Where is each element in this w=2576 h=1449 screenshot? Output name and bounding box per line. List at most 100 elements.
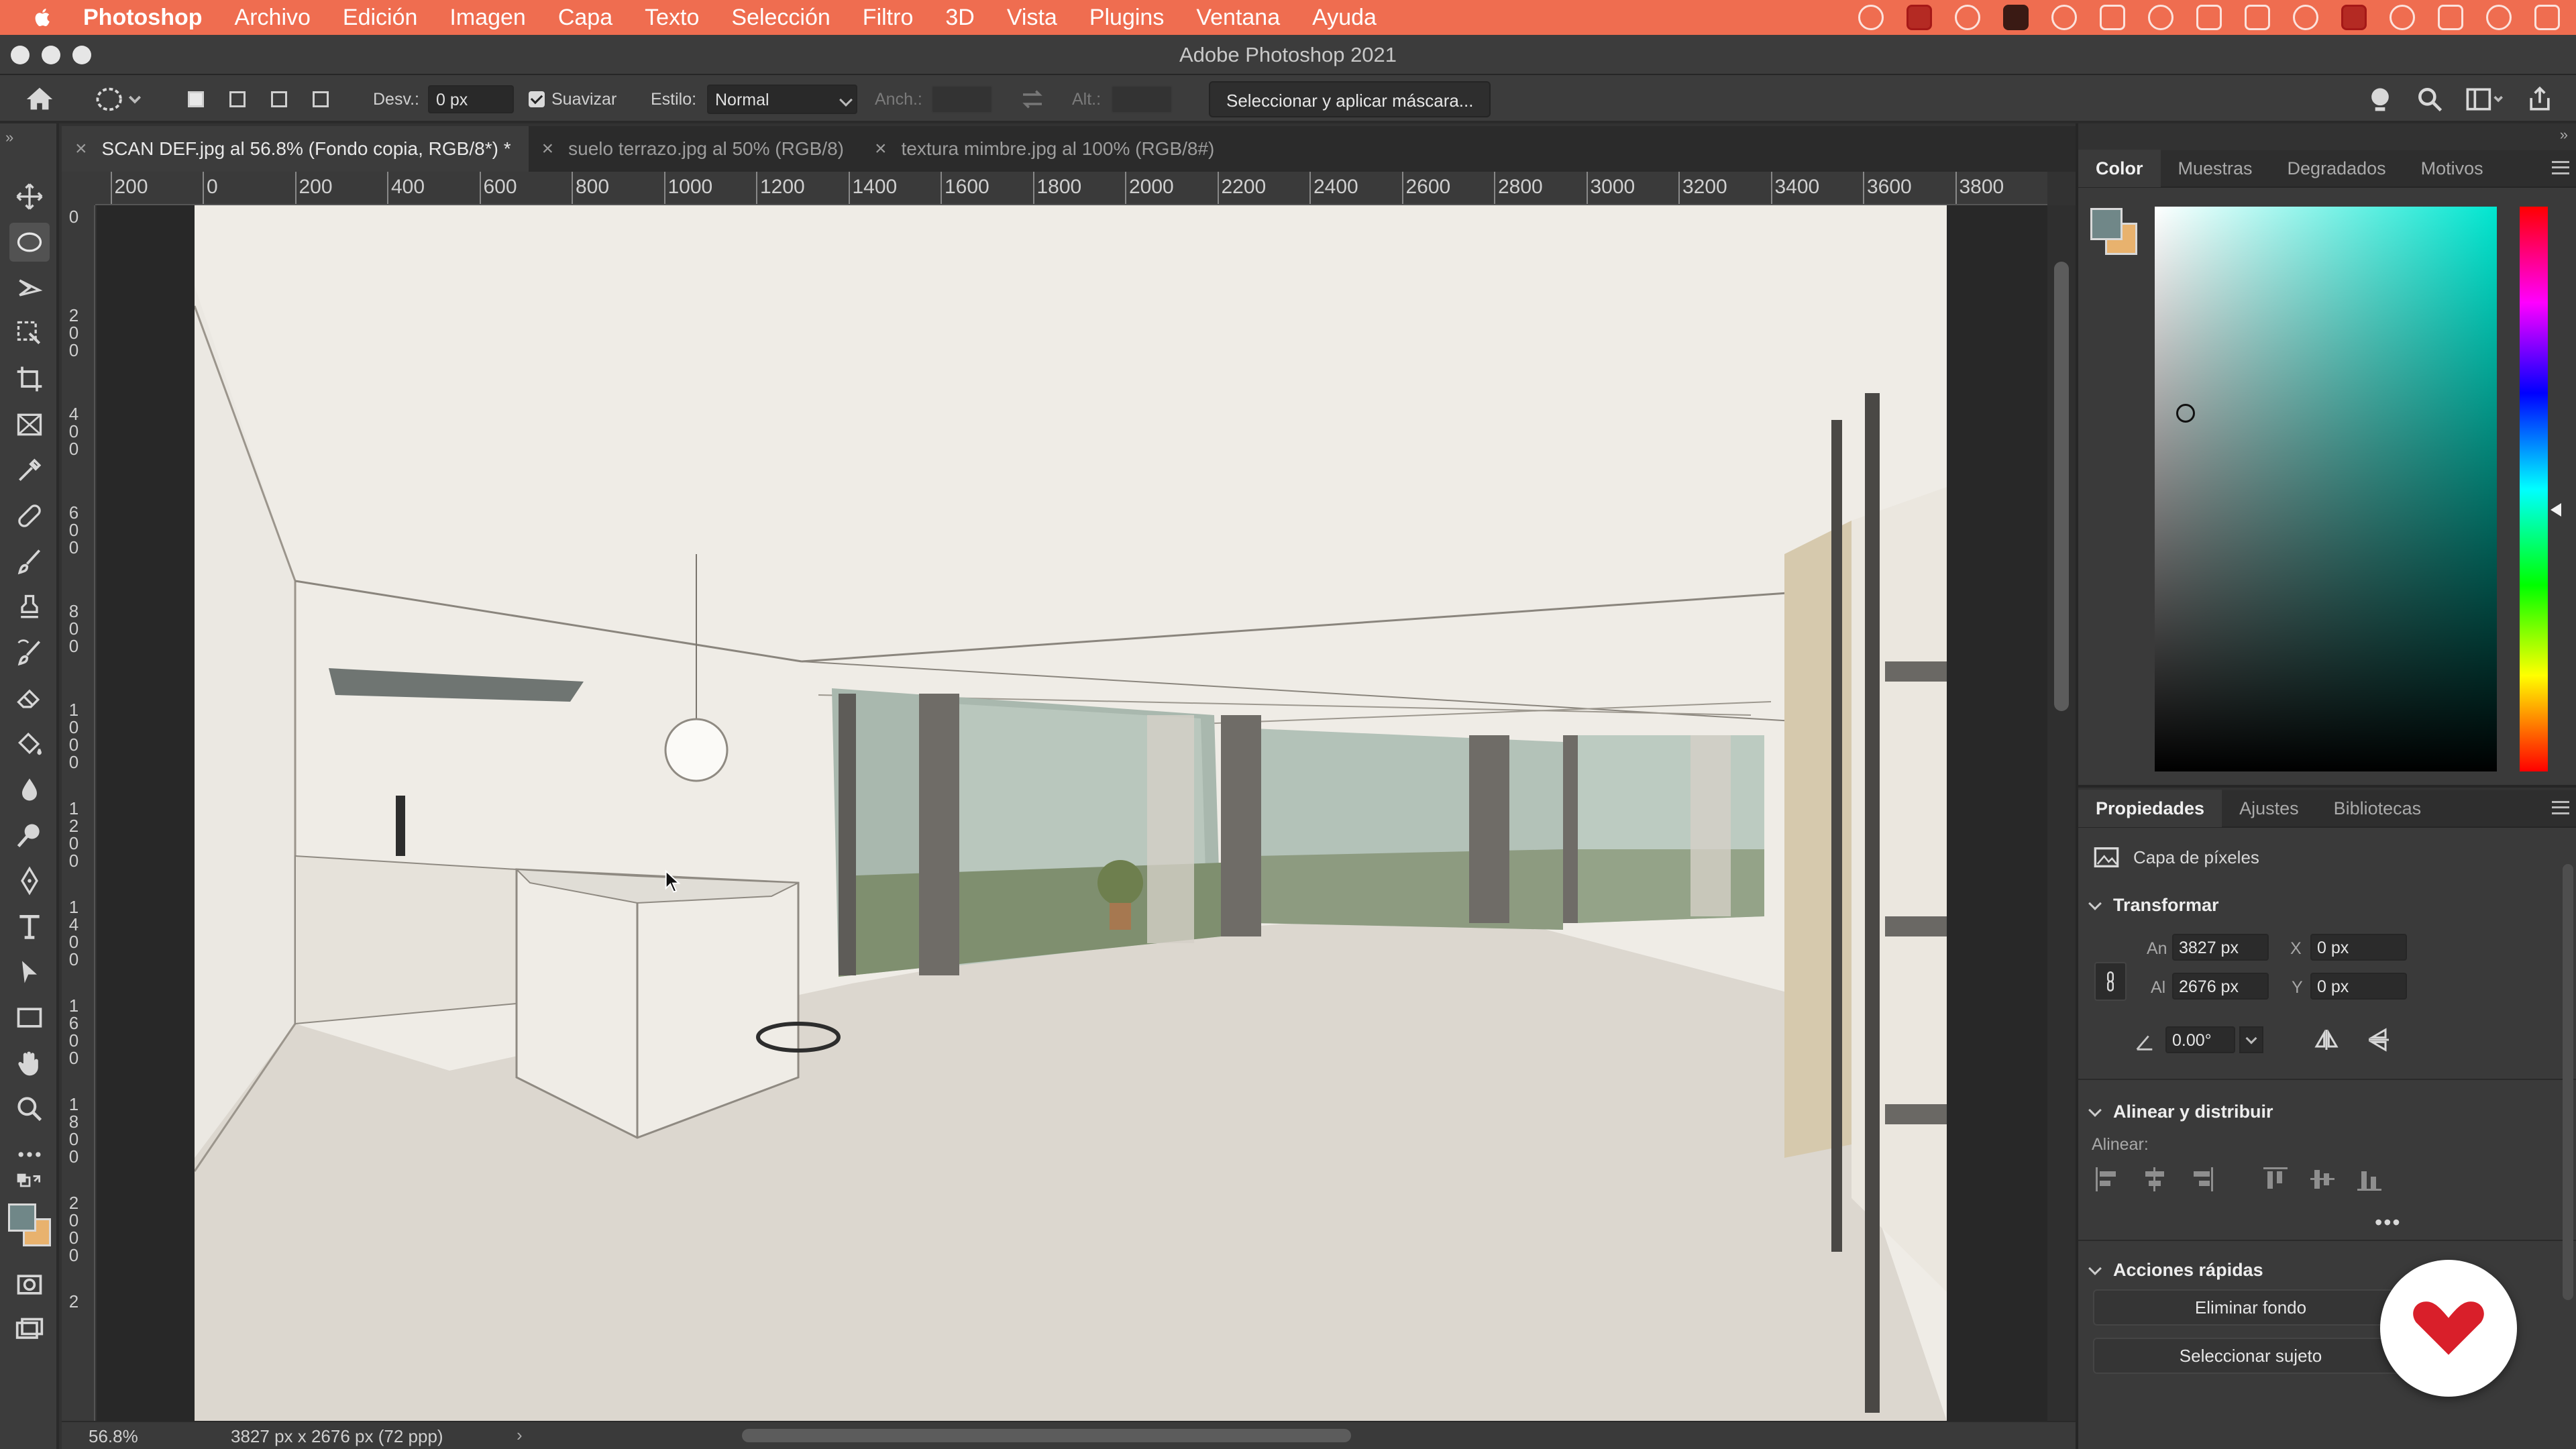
panel-menu-icon[interactable] xyxy=(2552,801,2569,814)
document-tab-scan-def[interactable]: × SCAN DEF.jpg al 56.8% (Fondo copia, RG… xyxy=(62,126,529,172)
menu-edicion[interactable]: Edición xyxy=(343,5,418,31)
add-to-selection-icon[interactable] xyxy=(223,85,252,114)
flip-horizontal-icon[interactable] xyxy=(2313,1026,2340,1053)
subtract-from-selection-icon[interactable] xyxy=(264,85,294,114)
home-button[interactable] xyxy=(24,75,55,123)
workspace-switcher-icon[interactable] xyxy=(2465,85,2505,114)
flag-icon[interactable] xyxy=(2341,5,2367,30)
skype-icon[interactable] xyxy=(2100,5,2125,30)
quick-actions-section-header[interactable]: Acciones rápidas xyxy=(2088,1260,2263,1281)
close-tab-icon[interactable]: × xyxy=(875,138,887,160)
antialias-toggle[interactable]: Suavizar xyxy=(529,75,616,123)
align-left-icon[interactable] xyxy=(2094,1166,2121,1193)
wifi-icon[interactable] xyxy=(2293,5,2318,30)
bluetooth-icon[interactable] xyxy=(2390,5,2415,30)
zoom-level[interactable]: 56.8% xyxy=(89,1426,138,1447)
screen-mode-tool[interactable] xyxy=(9,1311,50,1350)
width-input[interactable] xyxy=(931,85,993,113)
align-vertical-center-icon[interactable] xyxy=(2309,1166,2336,1193)
menu-ayuda[interactable]: Ayuda xyxy=(1312,5,1377,31)
remove-background-button[interactable]: Eliminar fondo xyxy=(2093,1289,2408,1326)
align-horizontal-center-icon[interactable] xyxy=(2141,1166,2168,1193)
lasso-tool[interactable] xyxy=(9,268,50,307)
hue-slider-marker[interactable] xyxy=(2551,503,2561,517)
user-guide-icon[interactable] xyxy=(2365,85,2395,114)
document-tab-suelo-terrazo[interactable]: × suelo terrazo.jpg al 50% (RGB/8) xyxy=(528,126,861,172)
link-dimensions-button[interactable] xyxy=(2094,962,2127,1001)
menu-texto[interactable]: Texto xyxy=(645,5,699,31)
menu-vista[interactable]: Vista xyxy=(1007,5,1057,31)
document-tab-textura-mimbre[interactable]: × textura mimbre.jpg al 100% (RGB/8#) xyxy=(861,126,1232,172)
move-tool[interactable] xyxy=(9,177,50,216)
rotation-angle-dropdown[interactable] xyxy=(2239,1026,2263,1053)
object-selection-tool[interactable] xyxy=(9,314,50,353)
width-field[interactable]: 3827 px xyxy=(2172,934,2269,961)
history-brush-tool[interactable] xyxy=(9,633,50,672)
tab-degradados[interactable]: Degradados xyxy=(2270,150,2404,187)
paint-bucket-tool[interactable] xyxy=(9,724,50,763)
vertical-scrollbar-thumb[interactable] xyxy=(2054,262,2069,711)
vpn-icon[interactable] xyxy=(2148,5,2174,30)
screen-record-icon[interactable] xyxy=(2051,5,2077,30)
quick-mask-tool[interactable] xyxy=(9,1265,50,1304)
volume-icon[interactable] xyxy=(2438,5,2463,30)
eraser-tool[interactable] xyxy=(9,679,50,718)
align-right-icon[interactable] xyxy=(2188,1166,2215,1193)
menu-filtro[interactable]: Filtro xyxy=(863,5,914,31)
horizontal-scrollbar-thumb[interactable] xyxy=(742,1429,1351,1442)
media-icon[interactable] xyxy=(2003,5,2029,30)
creative-cloud-icon[interactable] xyxy=(1858,5,1884,30)
properties-scrollbar-thumb[interactable] xyxy=(2563,864,2573,1300)
healing-brush-tool[interactable] xyxy=(9,496,50,535)
style-select[interactable]: Normal xyxy=(707,85,857,114)
x-position-field[interactable]: 0 px xyxy=(2310,934,2407,961)
more-options-icon[interactable]: ••• xyxy=(2375,1210,2402,1235)
flip-vertical-icon[interactable] xyxy=(2365,1026,2392,1053)
feather-input[interactable]: 0 px xyxy=(428,85,514,113)
elliptical-marquee-tool[interactable] xyxy=(9,223,50,262)
menu-capa[interactable]: Capa xyxy=(558,5,612,31)
display-icon[interactable] xyxy=(2245,5,2270,30)
rotation-angle-field[interactable]: 0.00° xyxy=(2165,1026,2235,1053)
menu-seleccion[interactable]: Selección xyxy=(731,5,830,31)
intersect-selection-icon[interactable] xyxy=(306,85,335,114)
dodge-tool[interactable] xyxy=(9,816,50,855)
collapse-panels-icon[interactable]: » xyxy=(2560,126,2568,144)
tab-bibliotecas[interactable]: Bibliotecas xyxy=(2316,790,2439,827)
menu-imagen[interactable]: Imagen xyxy=(449,5,525,31)
eyedropper-tool[interactable] xyxy=(9,451,50,490)
vertical-ruler[interactable]: 0 200 400 600 800 1000 1200 1400 1600 1800 2000 2 xyxy=(62,205,95,1421)
hand-tool[interactable] xyxy=(9,1044,50,1083)
tab-color[interactable]: Color xyxy=(2078,150,2161,187)
chevron-right-icon[interactable]: › xyxy=(517,1425,523,1446)
close-tab-icon[interactable]: × xyxy=(542,138,554,160)
home-icon[interactable] xyxy=(2196,5,2222,30)
hue-slider[interactable] xyxy=(2520,207,2548,771)
saturation-brightness-picker[interactable] xyxy=(2155,207,2497,771)
menu-plugins[interactable]: Plugins xyxy=(1089,5,1165,31)
tab-muestras[interactable]: Muestras xyxy=(2161,150,2270,187)
tool-preset-picker[interactable] xyxy=(93,75,146,123)
select-and-mask-button[interactable]: Seleccionar y aplicar máscara... xyxy=(1209,81,1491,117)
tab-propiedades[interactable]: Propiedades xyxy=(2078,790,2222,827)
pen-tool[interactable] xyxy=(9,861,50,900)
menu-photoshop[interactable]: Photoshop xyxy=(83,5,203,31)
cloud-sync-icon[interactable] xyxy=(1955,5,1980,30)
type-tool[interactable] xyxy=(9,907,50,946)
more-tools[interactable] xyxy=(9,1135,50,1174)
share-icon[interactable] xyxy=(2525,85,2555,114)
align-top-icon[interactable] xyxy=(2262,1166,2289,1193)
canvas-workspace[interactable] xyxy=(97,205,2047,1421)
tab-motivos[interactable]: Motivos xyxy=(2404,150,2501,187)
zoom-tool[interactable] xyxy=(9,1089,50,1128)
height-input[interactable] xyxy=(1111,85,1173,113)
default-colors-swap[interactable] xyxy=(9,1173,50,1199)
path-selection-tool[interactable] xyxy=(9,953,50,991)
align-section-header[interactable]: Alinear y distribuir xyxy=(2088,1102,2273,1122)
apple-menu-icon[interactable] xyxy=(30,4,56,31)
crop-tool[interactable] xyxy=(9,360,50,398)
blur-tool[interactable] xyxy=(9,770,50,809)
foreground-color-swatch[interactable] xyxy=(8,1203,36,1232)
select-subject-button[interactable]: Seleccionar sujeto xyxy=(2093,1338,2408,1374)
collapse-toolbar-icon[interactable]: » xyxy=(5,129,13,146)
